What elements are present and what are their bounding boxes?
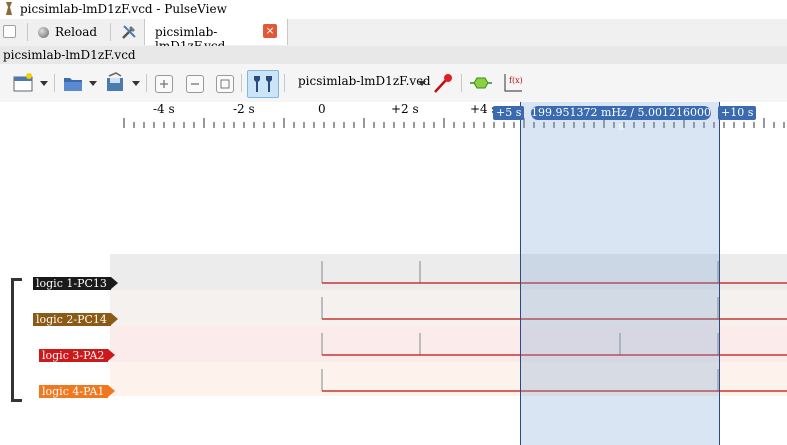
new-session-button[interactable]: [3, 25, 16, 38]
cursor-flag-right[interactable]: +10 s: [718, 106, 757, 120]
device-select[interactable]: picsimlab-lmD1zF.vcd: [298, 74, 431, 88]
zoom-in-icon[interactable]: [155, 75, 173, 93]
reload-icon: [38, 26, 49, 38]
reload-button[interactable]: Reload: [38, 22, 97, 42]
channel-label[interactable]: logic 3-PA2: [39, 349, 116, 362]
open-icon[interactable]: [62, 72, 84, 94]
zoom-out-icon[interactable]: [186, 75, 204, 93]
window-title: picsimlab-lmD1zF.vcd - PulseView: [20, 2, 227, 16]
svg-text:f(x): f(x): [509, 76, 523, 85]
channel-label-text: logic 4-PA1: [42, 385, 105, 398]
chevron-down-icon[interactable]: [89, 81, 97, 86]
chevron-down-icon[interactable]: [418, 81, 426, 86]
session-name: picsimlab-lmD1zF.vcd: [3, 48, 136, 62]
decoder-icon[interactable]: [470, 72, 492, 94]
tab-bar: Reload picsimlab-lmD1zF.vcd ×: [0, 19, 787, 53]
save-icon[interactable]: [104, 72, 126, 94]
divider: [110, 23, 111, 41]
cursor-measurement[interactable]: 199.951372 mHz / 5.001216000 s: [531, 106, 711, 133]
divider: [284, 74, 285, 92]
divider: [241, 74, 242, 92]
channel-label[interactable]: logic 2-PC14: [33, 313, 118, 326]
channel-label-text: logic 1-PC13: [36, 277, 107, 290]
show-cursors-icon[interactable]: [247, 70, 279, 98]
app-icon: [6, 2, 12, 15]
channel-label[interactable]: logic 4-PA1: [39, 385, 116, 398]
close-icon[interactable]: ×: [263, 24, 277, 38]
divider: [27, 23, 28, 41]
divider: [54, 74, 55, 92]
title-bar: picsimlab-lmD1zF.vcd - PulseView: [0, 0, 787, 19]
math-icon[interactable]: f(x): [502, 72, 524, 94]
new-view-icon[interactable]: [12, 72, 34, 94]
cursor-range[interactable]: [520, 102, 720, 445]
divider: [461, 74, 462, 92]
channel-label-text: logic 2-PC14: [36, 313, 107, 326]
main-toolbar: picsimlab-lmD1zF.vcd f(x): [0, 64, 787, 103]
channel-label-text: logic 3-PA2: [42, 349, 105, 362]
channel-label[interactable]: logic 1-PC13: [33, 277, 118, 290]
chevron-down-icon[interactable]: [40, 81, 48, 86]
chevron-down-icon[interactable]: [132, 81, 140, 86]
reload-label: Reload: [55, 25, 98, 39]
zoom-fit-icon[interactable]: [216, 75, 234, 93]
session-header: picsimlab-lmD1zF.vcd: [0, 46, 787, 65]
trigger-probe-icon[interactable]: [432, 72, 454, 94]
cursor-flag-left[interactable]: +5 s: [493, 106, 525, 120]
divider: [146, 74, 147, 92]
document-tab[interactable]: picsimlab-lmD1zF.vcd ×: [144, 19, 288, 53]
channel-group-bracket[interactable]: [11, 278, 22, 402]
settings-tools-icon[interactable]: [120, 23, 138, 41]
